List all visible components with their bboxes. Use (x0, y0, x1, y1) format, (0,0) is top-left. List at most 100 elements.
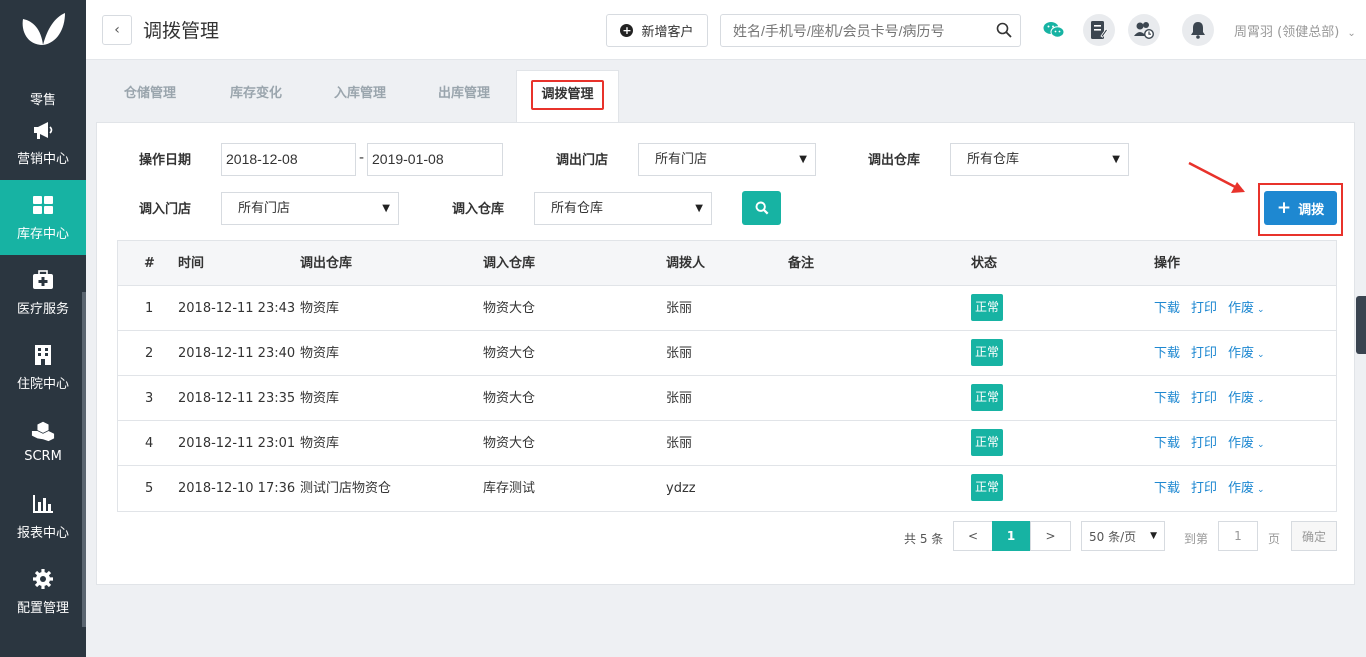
sidebar-item-inpatient[interactable]: 住院中心 (0, 330, 86, 405)
filter-search-button[interactable] (742, 191, 781, 225)
customer-search-input[interactable] (721, 15, 981, 46)
back-button[interactable]: ‹ (102, 15, 132, 45)
building-icon (31, 343, 55, 367)
tab-warehouse[interactable]: 仓储管理 (96, 70, 204, 122)
caret-down-icon: ▼ (695, 203, 703, 214)
new-customer-label: 新增客户 (641, 25, 694, 40)
in-store-select[interactable]: 所有门店 ▼ (221, 192, 399, 225)
cell-out-warehouse: 物资库 (300, 301, 340, 316)
cell-time: 2018-12-10 17:36 (178, 481, 296, 496)
add-transfer-button[interactable]: + 调拨 (1264, 191, 1337, 225)
customer-search[interactable] (720, 14, 1021, 47)
sidebar-item-settings[interactable]: 配置管理 (0, 554, 86, 629)
table-row: 3 2018-12-11 23:35 物资库 物资大仓 张丽 正常 下载 打印 … (118, 376, 1336, 421)
side-panel-handle[interactable] (1356, 296, 1366, 354)
table-row: 5 2018-12-10 17:36 测试门店物资仓 库存测试 ydzz 正常 … (118, 466, 1336, 511)
chevron-down-icon: ⌄ (1257, 485, 1265, 495)
download-link[interactable]: 下载 (1154, 466, 1180, 511)
sidebar-item-scrm[interactable]: SCRM (0, 404, 86, 479)
pagination-page-1[interactable]: 1 (992, 521, 1030, 551)
page-size-select[interactable]: 50 条/页 ▼ (1081, 521, 1165, 551)
cell-index: 2 (145, 346, 154, 361)
cell-time: 2018-12-11 23:43 (178, 301, 296, 316)
col-status: 状态 (971, 256, 998, 271)
in-warehouse-select[interactable]: 所有仓库 ▼ (534, 192, 712, 225)
void-dropdown[interactable]: 作废 ⌄ (1228, 286, 1265, 331)
megaphone-icon (31, 118, 55, 142)
content-card: 操作日期 2018-12-08 - 2019-01-08 调出门店 所有门店 ▼… (96, 122, 1355, 585)
transfer-table: # 时间 调出仓库 调入仓库 调拨人 备注 状态 操作 1 2018-12-11… (117, 240, 1337, 512)
cell-out-warehouse: 测试门店物资仓 (300, 481, 392, 496)
out-warehouse-select[interactable]: 所有仓库 ▼ (950, 143, 1129, 176)
tab-outbound[interactable]: 出库管理 (412, 70, 516, 122)
sidebar-item-reports[interactable]: 报表中心 (0, 479, 86, 554)
in-store-label: 调入门店 (139, 202, 192, 217)
cell-index: 3 (145, 391, 154, 406)
print-link[interactable]: 打印 (1191, 466, 1217, 511)
document-edit-icon[interactable] (1083, 14, 1115, 46)
cell-out-warehouse: 物资库 (300, 391, 340, 406)
print-link[interactable]: 打印 (1191, 421, 1217, 466)
cell-time: 2018-12-11 23:01 (178, 436, 296, 451)
goto-page-input[interactable]: 1 (1218, 521, 1258, 551)
new-customer-button[interactable]: + 新增客户 (606, 14, 708, 47)
cell-index: 5 (145, 481, 154, 496)
user-menu[interactable]: 周霄羽 (领健总部) ⌄ (1234, 21, 1356, 40)
void-dropdown[interactable]: 作废 ⌄ (1228, 376, 1265, 421)
top-bar: ‹ 调拨管理 + 新增客户 周霄羽 (领健总部) ⌄ (86, 0, 1366, 60)
col-actions: 操作 (1154, 256, 1181, 271)
goto-suffix: 页 (1268, 532, 1281, 546)
status-badge: 正常 (971, 294, 1004, 321)
in-warehouse-value: 所有仓库 (551, 201, 604, 216)
chevron-down-icon: ⌄ (1257, 305, 1265, 315)
sidebar-item-marketing[interactable]: 营销中心 (0, 105, 86, 180)
sidebar-scrollbar[interactable] (82, 292, 86, 627)
col-out-warehouse: 调出仓库 (300, 256, 353, 271)
sidebar: 零售 营销中心 库存中心 医疗服务 住院中心 SCRM 报表中心 配置管理 (0, 0, 86, 657)
sidebar-item-inventory[interactable]: 库存中心 (0, 180, 86, 255)
print-link[interactable]: 打印 (1191, 376, 1217, 421)
void-dropdown[interactable]: 作废 ⌄ (1228, 466, 1265, 511)
download-link[interactable]: 下载 (1154, 331, 1180, 376)
download-link[interactable]: 下载 (1154, 286, 1180, 331)
cell-in-warehouse: 物资大仓 (483, 391, 536, 406)
table-row: 2 2018-12-11 23:40 物资库 物资大仓 张丽 正常 下载 打印 … (118, 331, 1336, 376)
table-header: # 时间 调出仓库 调入仓库 调拨人 备注 状态 操作 (118, 241, 1336, 286)
search-icon[interactable] (996, 22, 1012, 42)
void-dropdown[interactable]: 作废 ⌄ (1228, 331, 1265, 376)
col-operator: 调拨人 (666, 256, 706, 271)
download-link[interactable]: 下载 (1154, 421, 1180, 466)
app-logo[interactable] (0, 0, 86, 62)
void-dropdown[interactable]: 作废 ⌄ (1228, 421, 1265, 466)
download-link[interactable]: 下载 (1154, 376, 1180, 421)
date-to-input[interactable]: 2019-01-08 (367, 143, 503, 176)
plus-circle-icon: + (620, 24, 634, 37)
goto-confirm-button[interactable]: 确定 (1291, 521, 1337, 551)
date-label: 操作日期 (139, 153, 192, 168)
out-store-select[interactable]: 所有门店 ▼ (638, 143, 816, 176)
wechat-icon[interactable] (1038, 14, 1070, 46)
grid-icon (31, 193, 55, 217)
chevron-down-icon: ⌄ (1257, 440, 1265, 450)
cell-operator: 张丽 (666, 301, 693, 316)
cell-index: 4 (145, 436, 154, 451)
void-label: 作废 (1228, 346, 1255, 361)
tab-transfer[interactable]: 调拨管理 (516, 70, 619, 122)
cell-time: 2018-12-11 23:35 (178, 391, 296, 406)
print-link[interactable]: 打印 (1191, 286, 1217, 331)
bell-icon[interactable] (1182, 14, 1214, 46)
cell-operator: 张丽 (666, 391, 693, 406)
pagination-prev-button[interactable]: < (953, 521, 993, 551)
in-warehouse-label: 调入仓库 (452, 202, 505, 217)
print-link[interactable]: 打印 (1191, 331, 1217, 376)
sidebar-item-medical[interactable]: 医疗服务 (0, 255, 86, 330)
pagination-next-button[interactable]: > (1030, 521, 1071, 551)
page-size-value: 50 条/页 (1089, 529, 1137, 544)
date-from-input[interactable]: 2018-12-08 (221, 143, 356, 176)
col-note: 备注 (788, 256, 815, 271)
tab-inbound[interactable]: 入库管理 (308, 70, 412, 122)
cell-operator: ydzz (666, 481, 696, 496)
users-clock-icon[interactable] (1128, 14, 1160, 46)
tab-stock-changes[interactable]: 库存变化 (204, 70, 308, 122)
pagination-total: 共 5 条 (904, 532, 944, 546)
